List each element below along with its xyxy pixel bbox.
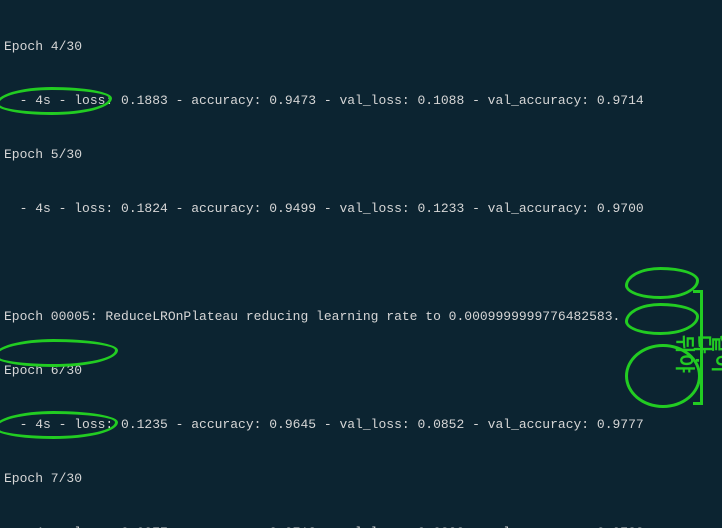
log-line: Epoch 7/30 [4, 470, 718, 488]
log-line: - 4s - loss: 0.1883 - accuracy: 0.9473 -… [4, 92, 718, 110]
log-line: - 4s - loss: 0.1824 - accuracy: 0.9499 -… [4, 200, 718, 218]
log-line: - 4s - loss: 0.1235 - accuracy: 0.9645 -… [4, 416, 718, 434]
log-line: - 4s - loss: 0.0977 - accuracy: 0.9713 -… [4, 524, 718, 528]
log-line: Epoch 00005: ReduceLROnPlateau reducing … [4, 308, 718, 326]
log-line: Epoch 4/30 [4, 38, 718, 56]
log-blank [4, 254, 718, 272]
log-line: Epoch 5/30 [4, 146, 718, 164]
log-line: Epoch 6/30 [4, 362, 718, 380]
terminal-output[interactable]: Epoch 4/30 - 4s - loss: 0.1883 - accurac… [0, 0, 722, 528]
